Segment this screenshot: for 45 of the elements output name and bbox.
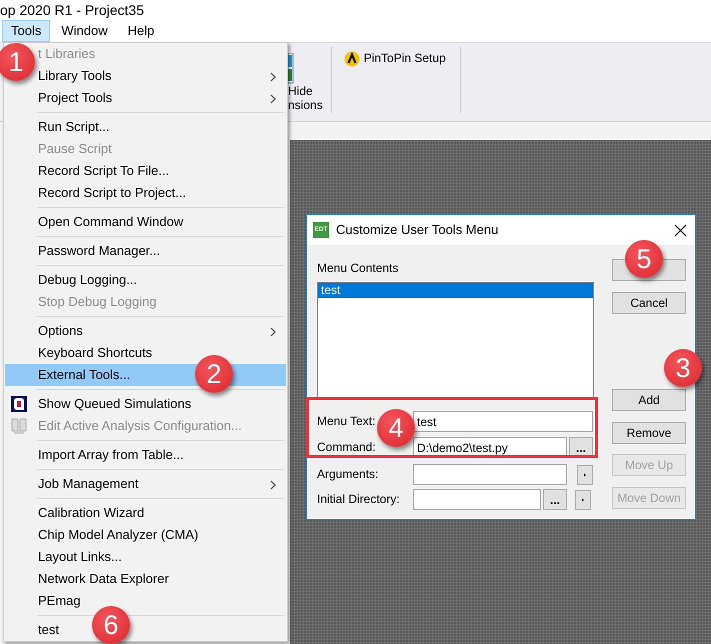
- list-box[interactable]: test: [317, 282, 594, 399]
- menu-item[interactable]: Import Array from Table...: [38, 447, 184, 462]
- window-title: op 2020 R1 - Project35: [0, 1, 145, 20]
- close-icon[interactable]: [674, 224, 687, 236]
- text-field[interactable]: [413, 464, 567, 485]
- menu-item[interactable]: Password Manager...: [38, 243, 160, 258]
- browse-button[interactable]: ...: [543, 489, 567, 510]
- menu-item[interactable]: test: [38, 622, 59, 637]
- field-label: Menu Text:: [317, 414, 376, 428]
- dialog-button[interactable]: Remove: [612, 422, 686, 444]
- list-item[interactable]: test: [318, 283, 593, 298]
- text-field[interactable]: [413, 489, 541, 510]
- pin-icon: [344, 51, 360, 67]
- arrow-button[interactable]: [575, 490, 591, 510]
- ribbon-button[interactable]: PinToPin Setup: [340, 43, 456, 121]
- menu-item[interactable]: Library Tools: [38, 68, 112, 83]
- field-label: Arguments:: [317, 467, 378, 482]
- menu-bar-item[interactable]: Help: [118, 20, 164, 42]
- menu-item[interactable]: Debug Logging...: [38, 272, 138, 287]
- menu-item[interactable]: Calibration Wizard: [38, 505, 144, 520]
- configuration-icon: [11, 418, 27, 434]
- menu-bar-item[interactable]: Tools: [2, 20, 50, 42]
- menu-item[interactable]: Job Management: [38, 476, 138, 491]
- menu-item[interactable]: Options: [38, 323, 83, 338]
- menu-item[interactable]: Record Script To File...: [38, 163, 170, 178]
- menu-item[interactable]: Run Script...: [38, 119, 110, 134]
- field-label: Initial Directory:: [317, 492, 400, 506]
- dialog-button[interactable]: Add: [612, 389, 686, 411]
- dialog-button[interactable]: Cancel: [612, 292, 686, 314]
- text-field[interactable]: test: [413, 411, 593, 432]
- list-label: Menu Contents: [317, 260, 400, 277]
- menu-bar-item[interactable]: Window: [52, 20, 117, 42]
- menu-item[interactable]: PEmag: [38, 593, 81, 608]
- menu-item[interactable]: Network Data Explorer: [38, 571, 169, 586]
- menu-item[interactable]: Project Tools: [38, 90, 112, 105]
- menu-item[interactable]: Layout Links...: [38, 549, 122, 564]
- menu-item[interactable]: Keyboard Shortcuts: [38, 345, 152, 360]
- arrow-button[interactable]: [577, 464, 593, 484]
- queue-icon: [11, 396, 27, 412]
- menu-item[interactable]: Record Script to Project...: [38, 185, 186, 200]
- menu-item[interactable]: Chip Model Analyzer (CMA): [38, 527, 198, 542]
- menu-item[interactable]: Show Queued Simulations: [38, 396, 192, 411]
- menu-item[interactable]: Open Command Window: [38, 214, 184, 229]
- dialog-title: Customize User Tools Menu: [336, 221, 498, 240]
- field-label: Command:: [317, 440, 376, 454]
